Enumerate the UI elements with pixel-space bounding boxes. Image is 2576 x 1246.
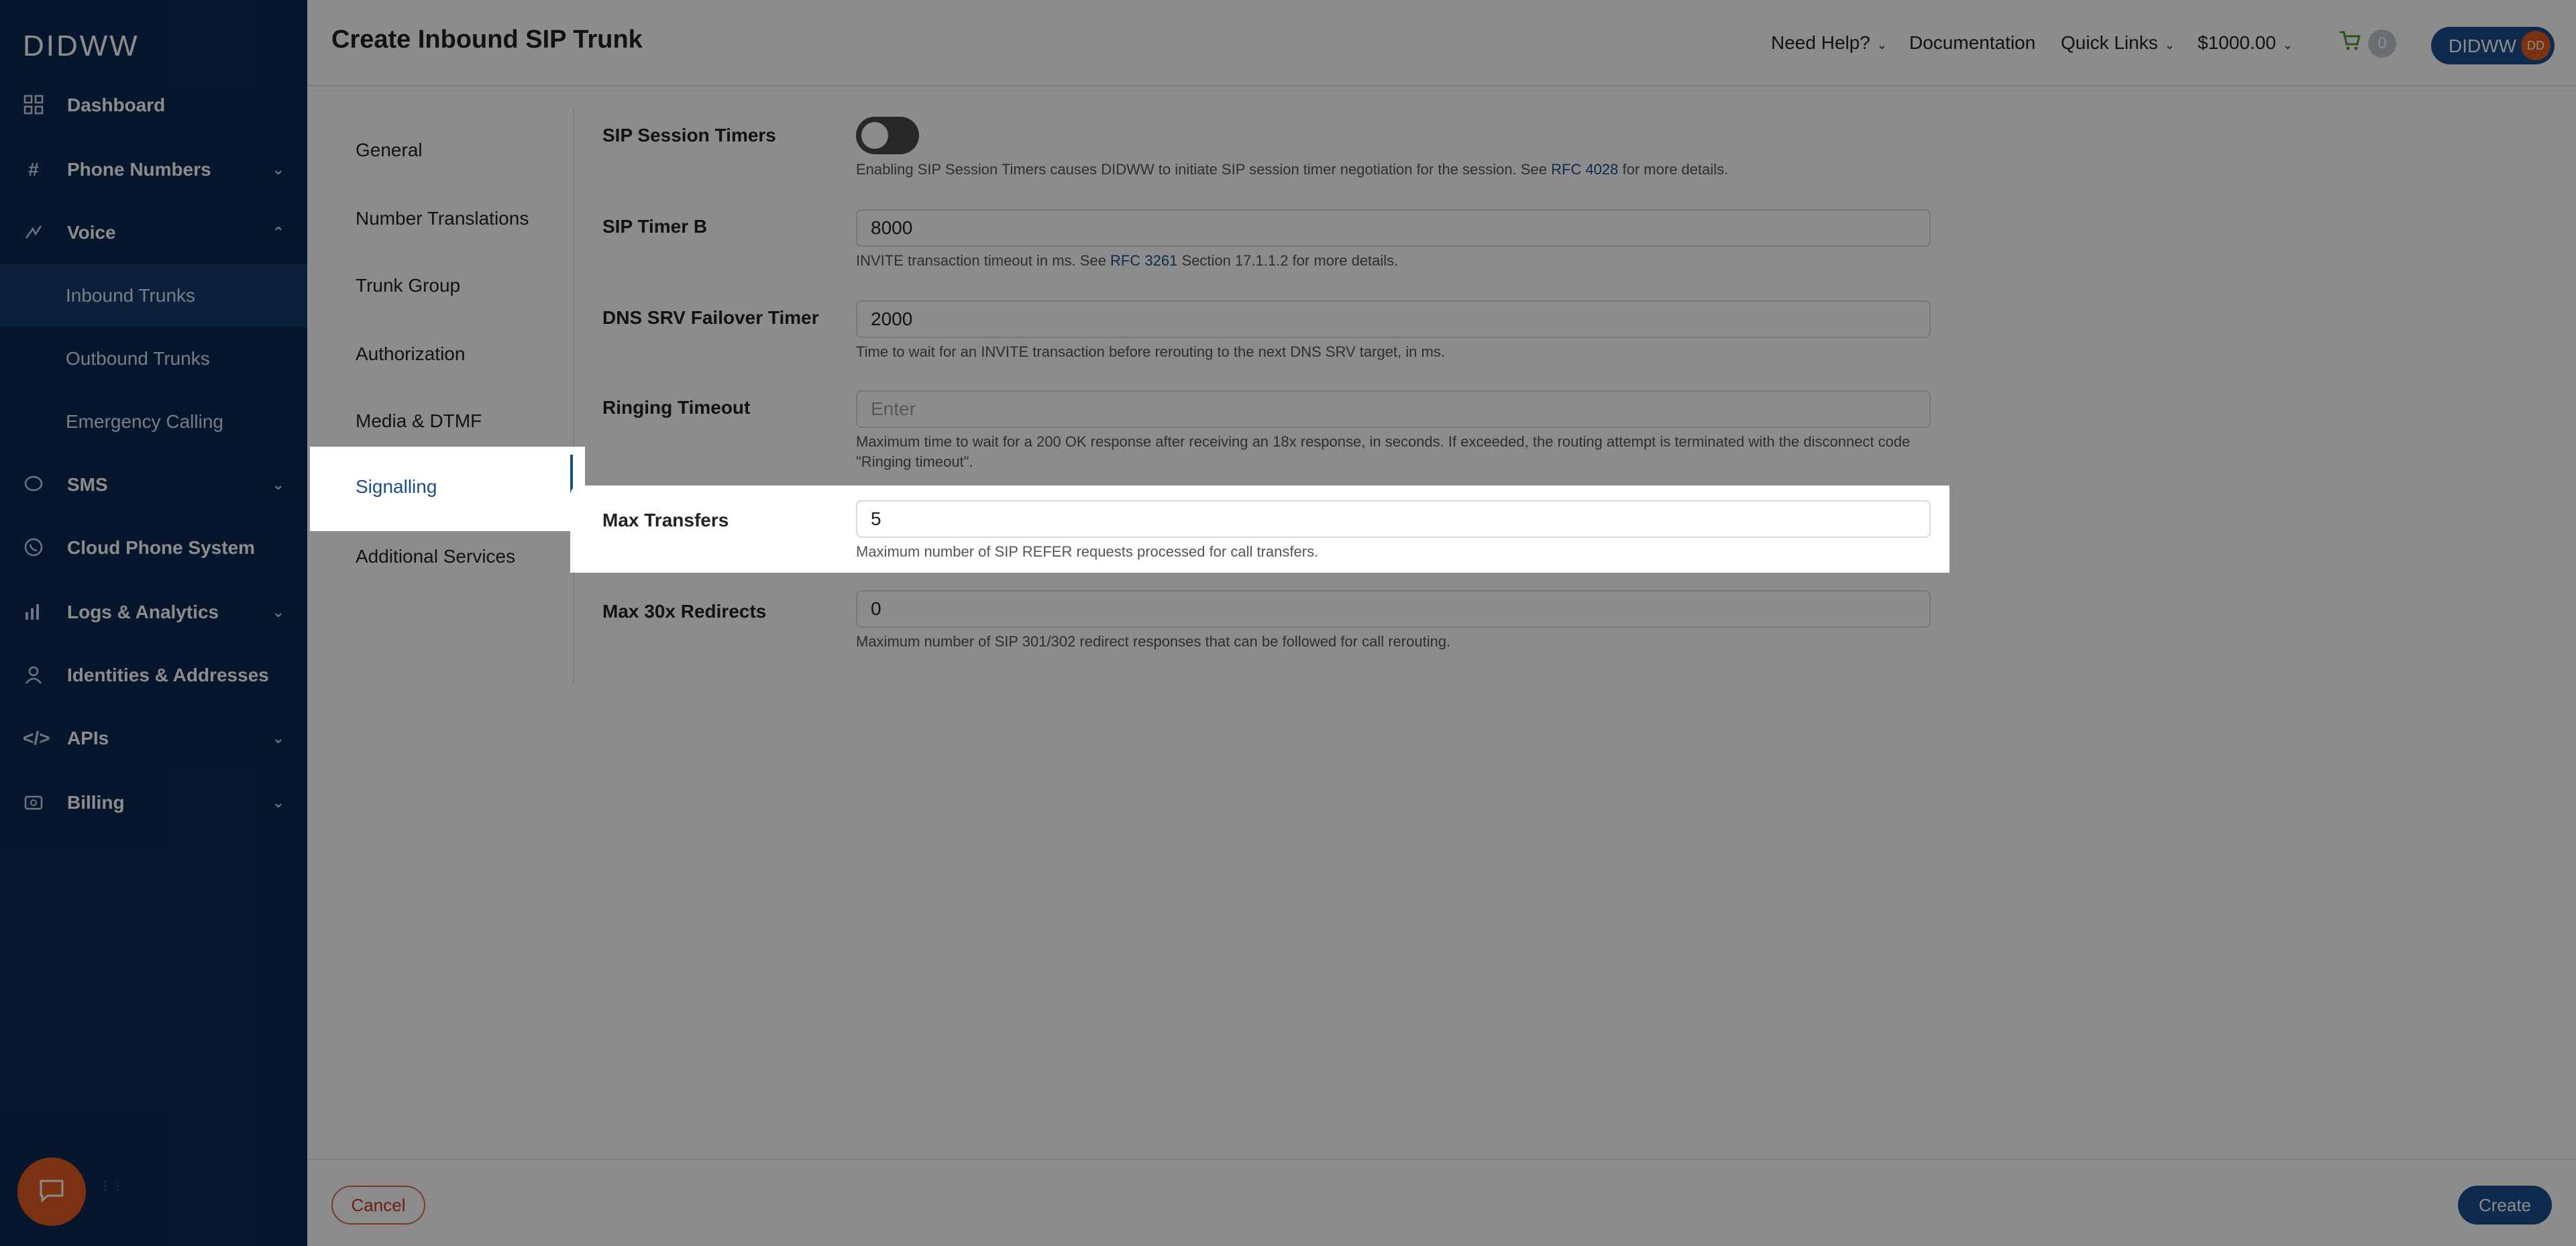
sidebar-subitem-outbound-trunks[interactable]: Outbound Trunks — [0, 327, 307, 390]
chevron-down-icon: ⌄ — [272, 794, 284, 811]
chevron-up-icon: ⌃ — [272, 224, 284, 241]
sidebar-subitem-label: Inbound Trunks — [66, 285, 196, 306]
chat-icon — [37, 1176, 66, 1208]
sip-session-timers-toggle[interactable] — [856, 117, 919, 154]
sidebar-item-label: Dashboard — [67, 95, 166, 115]
create-button[interactable]: Create — [2458, 1186, 2552, 1225]
subnav-media-dtmf[interactable]: Media & DTMF — [356, 410, 482, 432]
max-30x-redirects-help: Maximum number of SIP 301/302 redirect r… — [856, 633, 1451, 650]
footer-bar: Cancel Create — [307, 1159, 2576, 1246]
sip-session-timers-help: Enabling SIP Session Timers causes DIDWW… — [856, 160, 1943, 180]
max-30x-redirects-input[interactable]: 0 — [856, 590, 1931, 628]
sidebar-item-label: Logs & Analytics — [67, 602, 219, 622]
logo: DIDWW — [23, 30, 140, 62]
cart-count-badge: 0 — [2368, 30, 2396, 58]
cart-icon[interactable] — [2339, 30, 2361, 58]
max-transfers-input[interactable]: 5 — [856, 500, 1931, 538]
bar-chart-icon — [23, 602, 44, 623]
sidebar-item-label: Cloud Phone System — [67, 537, 256, 558]
quick-links-label: Quick Links — [2061, 32, 2158, 53]
sidebar-item-sms[interactable]: SMS ⌄ — [0, 453, 307, 516]
sip-timer-b-help: INVITE transaction timeout in ms. See RF… — [856, 251, 1943, 271]
sidebar-item-apis[interactable]: </> APIs ⌄ — [0, 707, 307, 770]
chat-widget-button[interactable] — [17, 1157, 86, 1226]
chevron-down-icon: ⌄ — [2282, 38, 2293, 52]
chevron-down-icon: ⌄ — [1876, 38, 1887, 52]
hash-icon: # — [28, 159, 39, 180]
user-menu-button[interactable]: DIDWW DD — [2431, 27, 2555, 64]
subnav-signalling-label: Signalling — [356, 476, 437, 497]
sidebar-item-logs-analytics[interactable]: Logs & Analytics ⌄ — [0, 581, 307, 644]
drag-handle-icon[interactable]: ⋮⋮ — [99, 1180, 123, 1206]
subnav-general[interactable]: General — [356, 139, 423, 161]
rfc-4028-link[interactable]: RFC 4028 — [1551, 161, 1618, 178]
sidebar-item-voice[interactable]: Voice ⌃ — [0, 201, 307, 264]
chat-bubble-icon — [23, 474, 44, 496]
grid-icon — [23, 95, 44, 116]
sidebar-item-billing[interactable]: Billing ⌄ — [0, 771, 307, 834]
code-icon: </> — [23, 728, 50, 748]
subnav-authorization[interactable]: Authorization — [356, 343, 465, 365]
chevron-down-icon: ⌄ — [2164, 38, 2175, 52]
dns-srv-failover-timer-input[interactable]: 2000 — [856, 300, 1931, 338]
subnav-signalling[interactable]: Signalling — [310, 447, 585, 531]
user-name: DIDWW — [2449, 36, 2517, 56]
max-transfers-label: Max Transfers — [602, 510, 729, 530]
sidebar-item-identities-addresses[interactable]: Identities & Addresses — [0, 644, 307, 707]
sidebar-item-cloud-phone-system[interactable]: Cloud Phone System — [0, 516, 307, 579]
sidebar-item-label: Voice — [67, 222, 116, 243]
sidebar-item-label: Phone Numbers — [67, 159, 211, 180]
sidebar-subitem-inbound-trunks[interactable]: Inbound Trunks — [0, 264, 307, 327]
sip-timer-b-label: SIP Timer B — [602, 216, 708, 237]
phone-icon — [23, 537, 44, 559]
balance-menu[interactable]: $1000.00 ⌄ — [2198, 32, 2293, 54]
ringing-timeout-label: Ringing Timeout — [602, 397, 751, 418]
help-text: INVITE transaction timeout in ms. See — [856, 252, 1111, 269]
sidebar-subitem-label: Outbound Trunks — [66, 348, 210, 369]
sidebar-subitem-emergency-calling[interactable]: Emergency Calling — [0, 390, 307, 453]
dns-srv-failover-timer-help: Time to wait for an INVITE transaction b… — [856, 343, 1445, 360]
sidebar: DIDWW Dashboard # Phone Numbers ⌄ Voice … — [0, 0, 307, 1246]
toggle-knob — [861, 122, 888, 149]
max-transfers-help: Maximum number of SIP REFER requests pro… — [856, 543, 1319, 560]
max-30x-redirects-label: Max 30x Redirects — [602, 601, 767, 622]
sidebar-item-label: Billing — [67, 792, 125, 813]
voice-icon — [23, 222, 44, 243]
subnav-divider — [573, 107, 574, 684]
need-help-menu[interactable]: Need Help? ⌄ — [1771, 32, 1887, 54]
sidebar-item-label: Identities & Addresses — [67, 665, 269, 685]
sidebar-subitem-label: Emergency Calling — [66, 411, 223, 432]
cancel-button[interactable]: Cancel — [331, 1186, 425, 1225]
quick-links-menu[interactable]: Quick Links ⌄ — [2061, 32, 2175, 54]
balance-value: $1000.00 — [2198, 32, 2276, 53]
sidebar-item-dashboard[interactable]: Dashboard — [0, 74, 307, 137]
help-text: for more details. — [1618, 161, 1729, 178]
wallet-icon — [23, 792, 44, 813]
sidebar-item-label: SMS — [67, 474, 108, 495]
avatar: DD — [2521, 31, 2551, 60]
sidebar-item-label: APIs — [67, 728, 109, 748]
top-bar: Create Inbound SIP Trunk Need Help? ⌄ Doc… — [307, 0, 2576, 86]
documentation-link[interactable]: Documentation — [1909, 32, 2035, 54]
user-icon — [23, 665, 44, 686]
chevron-down-icon: ⌄ — [272, 730, 284, 746]
sidebar-item-phone-numbers[interactable]: # Phone Numbers ⌄ — [0, 138, 307, 201]
ringing-timeout-input[interactable]: Enter — [856, 390, 1931, 428]
need-help-label: Need Help? — [1771, 32, 1870, 53]
ringing-timeout-help: Maximum time to wait for a 200 OK respon… — [856, 433, 1911, 470]
rfc-3261-link[interactable]: RFC 3261 — [1110, 252, 1177, 269]
dns-srv-failover-timer-label: DNS SRV Failover Timer — [602, 307, 819, 328]
sip-session-timers-label: SIP Session Timers — [602, 125, 776, 146]
chevron-down-icon: ⌄ — [272, 161, 284, 178]
help-text: Enabling SIP Session Timers causes DIDWW… — [856, 161, 1552, 178]
subnav-additional-services[interactable]: Additional Services — [356, 546, 515, 567]
chevron-down-icon: ⌄ — [272, 476, 284, 493]
sip-timer-b-input[interactable]: 8000 — [856, 209, 1931, 247]
subnav-number-translations[interactable]: Number Translations — [356, 208, 529, 229]
page-title: Create Inbound SIP Trunk — [331, 25, 643, 54]
subnav-trunk-group[interactable]: Trunk Group — [356, 275, 460, 296]
chevron-down-icon: ⌄ — [272, 604, 284, 620]
help-text: Section 17.1.1.2 for more details. — [1177, 252, 1399, 269]
